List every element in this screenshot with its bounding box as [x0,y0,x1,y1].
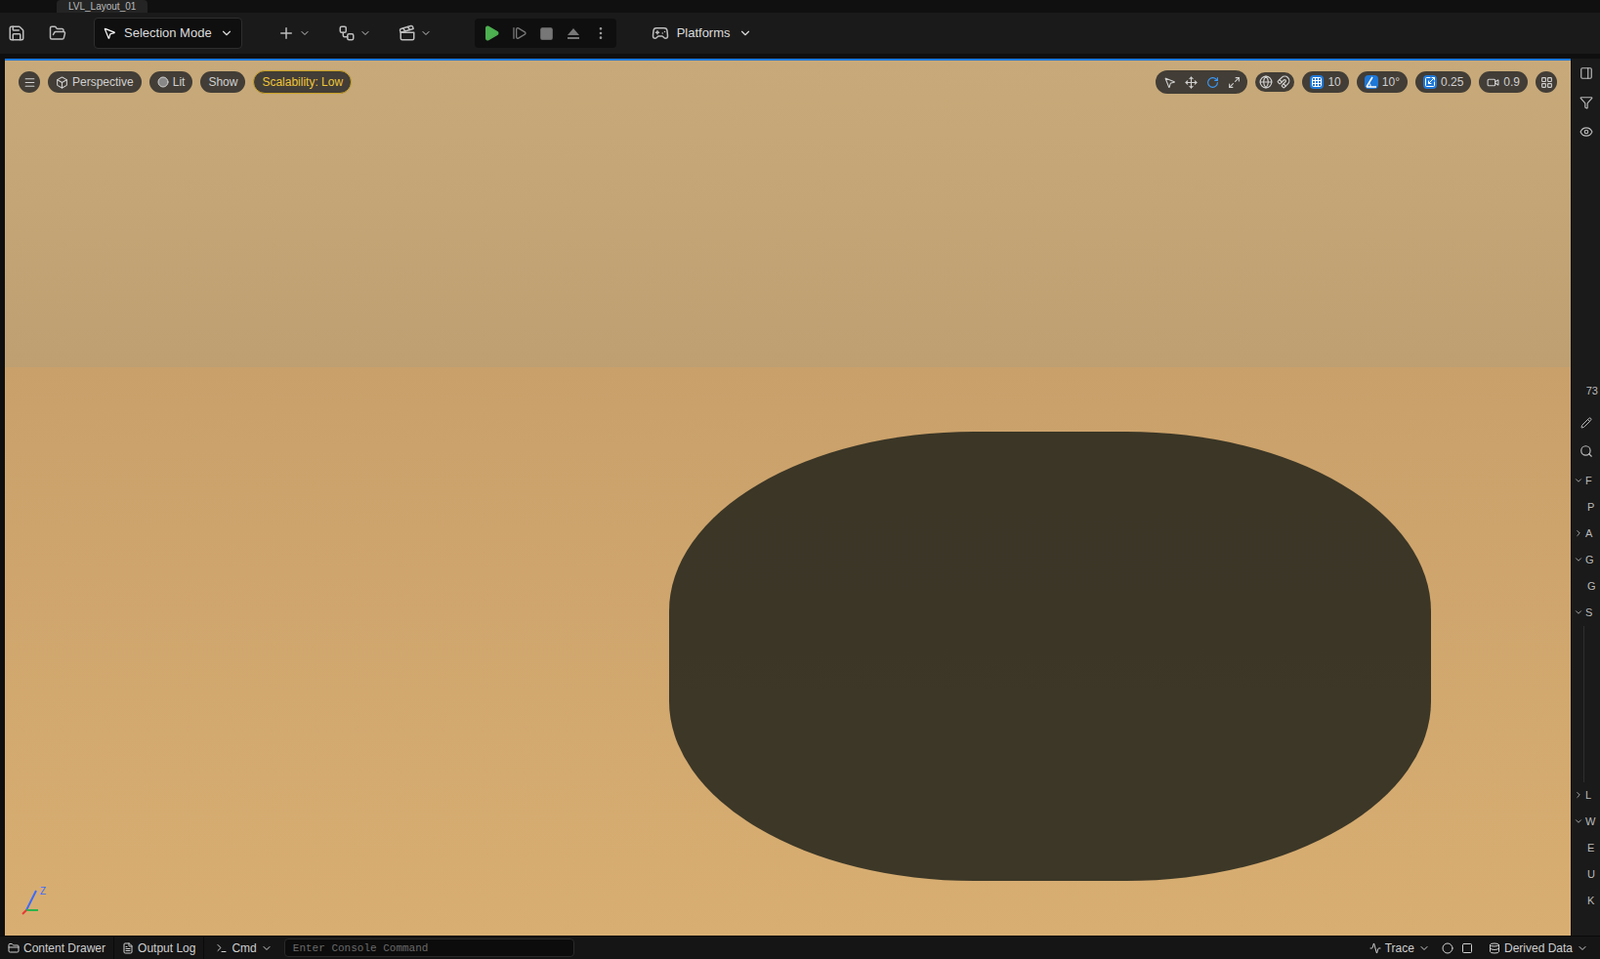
eject-icon[interactable] [565,25,582,42]
cinematics-button[interactable] [398,24,432,43]
world-local-icon[interactable] [1259,75,1273,89]
section-header[interactable]: L [1571,782,1600,809]
axis-gizmo: Z [20,886,46,917]
translate-tool[interactable] [1180,73,1201,91]
main-toolbar: Selection Mode Platforms [0,12,1600,54]
level-tab[interactable]: LVL_Layout_01 [56,0,148,13]
blueprint-button[interactable] [337,24,372,43]
eye-icon[interactable] [1579,125,1594,139]
count-label: 73 [1586,382,1600,400]
save-icon[interactable] [7,24,26,43]
scalability-badge[interactable]: Scalability: Low [252,70,352,94]
editor-window: LVL_Layout_01 Selection Mode Platforms Pers… [0,0,1600,959]
selection-mode-dropdown[interactable]: Selection Mode [93,17,243,49]
show-button[interactable]: Show [200,71,246,93]
play-icon[interactable] [482,24,501,43]
add-actor-button[interactable] [277,24,311,43]
edit-icon[interactable] [1580,417,1593,429]
more-icon[interactable] [592,25,609,42]
scale-snap[interactable]: 0.25 [1415,71,1472,93]
section-row[interactable]: E [1571,835,1600,862]
record-icon[interactable] [1441,942,1454,955]
scene-tank [669,431,1432,882]
advance-icon[interactable] [511,25,528,42]
snapshot-icon[interactable] [1461,942,1474,955]
layout-button[interactable] [1535,71,1558,93]
details-section: S [1571,599,1600,783]
search-icon[interactable] [1579,444,1594,459]
play-controls [474,18,617,48]
section-row[interactable]: U [1571,861,1600,888]
details-section: L [1571,782,1600,809]
select-tool[interactable] [1159,73,1179,91]
section-header[interactable]: G [1571,547,1600,574]
details-section: GG [1571,547,1600,600]
cmd-dropdown[interactable]: Cmd [204,939,284,958]
section-header[interactable]: W [1571,808,1600,836]
scale-tool[interactable] [1223,73,1244,91]
surface-snap-icon[interactable] [1276,75,1291,89]
angle-icon [1365,76,1378,88]
title-strip: LVL_Layout_01 [0,0,1600,13]
transform-tools [1155,70,1248,94]
viewport[interactable]: Perspective Lit Show Scalability: Low 10 10° 0… [4,58,1571,936]
viewport-menu-button[interactable] [18,71,41,93]
section-header[interactable]: S [1571,599,1600,627]
details-section: FP [1571,467,1600,521]
section-header[interactable]: A [1571,520,1600,548]
section-body [1583,626,1600,783]
rotate-tool[interactable] [1202,73,1222,91]
console-input[interactable] [284,938,575,958]
platforms-dropdown[interactable]: Platforms [651,23,753,43]
section-row[interactable]: K [1571,887,1600,915]
section-row[interactable]: G [1571,573,1600,600]
filter-icon[interactable] [1579,95,1594,110]
details-section: WEUK [1571,808,1600,915]
status-button[interactable]: Output Log [114,936,205,959]
details-panel: 73 FPAGGS LWEUK [1570,58,1600,936]
perspective-button[interactable]: Perspective [47,71,142,93]
derived-data-dropdown[interactable]: Derived Data [1476,939,1600,958]
details-section: A [1571,520,1600,548]
grid-snap[interactable]: 10 [1302,71,1348,93]
status-button[interactable]: Content Drawer [0,936,115,959]
section-row[interactable]: P [1571,494,1600,521]
camera-speed[interactable]: 0.9 [1478,71,1528,93]
status-bar: Content DrawerOutput LogCmd Trace Derived … [0,935,1600,959]
section-header[interactable]: F [1571,467,1600,495]
stop-icon[interactable] [539,26,554,42]
lit-button[interactable]: Lit [149,71,194,93]
rotation-snap[interactable]: 10° [1356,71,1408,93]
content-browser-icon[interactable] [48,24,67,43]
panel-icon[interactable] [1579,66,1594,81]
trace-dropdown[interactable]: Trace [1361,939,1438,958]
